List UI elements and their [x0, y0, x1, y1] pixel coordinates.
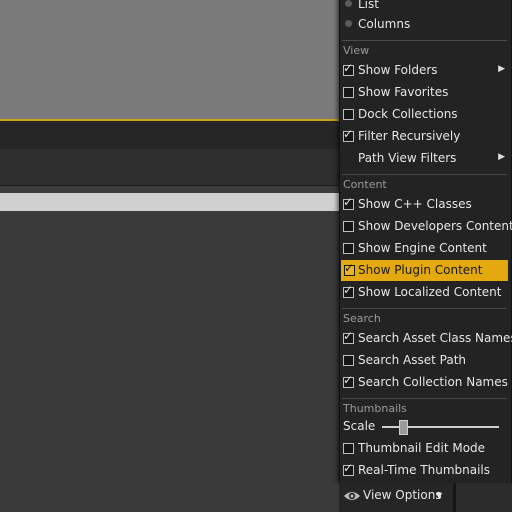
eye-icon	[343, 489, 361, 506]
checkmark-icon: ✓	[343, 329, 354, 343]
menu-separator	[342, 308, 507, 309]
section-header-thumbnails: Thumbnails	[343, 402, 407, 415]
menu-separator	[342, 398, 507, 399]
checkbox-icon[interactable]: ✓	[343, 61, 354, 76]
view-options-button[interactable]: View Options ▼	[339, 483, 453, 512]
checkbox-icon[interactable]: ✓	[344, 261, 355, 276]
checkmark-icon: ✓	[344, 261, 355, 275]
checkbox-icon[interactable]	[343, 109, 354, 120]
checkmark-icon: ✓	[343, 283, 354, 297]
menu-item-dock-collections[interactable]: Dock Collections	[340, 104, 509, 125]
menu-item-scale: Scale	[340, 416, 509, 437]
menu-separator	[342, 40, 507, 41]
menu-item-show-favorites[interactable]: Show Favorites	[340, 82, 509, 103]
menu-item-show-plugin-content[interactable]: ✓ Show Plugin Content	[341, 260, 508, 281]
menu-item-show-cpp-classes[interactable]: ✓ Show C++ Classes	[340, 194, 509, 215]
submenu-arrow-icon: ▶	[498, 64, 505, 74]
checkbox-icon[interactable]	[343, 221, 354, 232]
content-browser-toolbar	[0, 149, 340, 186]
section-header-content: Content	[343, 178, 387, 191]
menu-separator	[342, 174, 507, 175]
checkbox-icon[interactable]	[343, 355, 354, 366]
radio-icon	[345, 0, 352, 7]
view-options-menu: List Columns View ✓ Show Folders ▶ Show …	[339, 0, 512, 483]
menu-item-show-localized-content[interactable]: ✓ Show Localized Content	[340, 282, 509, 303]
checkmark-icon: ✓	[343, 461, 354, 475]
panel-tab-strip	[0, 121, 340, 149]
menu-item-columns[interactable]: Columns	[340, 14, 509, 35]
menu-item-show-engine-content[interactable]: Show Engine Content	[340, 238, 509, 259]
content-browser-footer: View Options ▼	[339, 483, 512, 512]
checkbox-icon[interactable]: ✓	[343, 195, 354, 210]
menu-item-show-developers-content[interactable]: Show Developers Content	[340, 216, 512, 237]
checkbox-icon[interactable]: ✓	[343, 283, 354, 298]
scale-slider-thumb[interactable]	[399, 420, 408, 435]
checkmark-icon: ✓	[343, 195, 354, 209]
checkmark-icon: ✓	[343, 127, 354, 141]
checkmark-icon: ✓	[343, 373, 354, 387]
section-header-search: Search	[343, 312, 381, 325]
checkbox-icon[interactable]	[343, 443, 354, 454]
checkbox-icon[interactable]	[343, 243, 354, 254]
footer-right-panel	[456, 483, 512, 512]
checkbox-icon[interactable]: ✓	[343, 373, 354, 388]
menu-item-search-asset-path[interactable]: Search Asset Path	[340, 350, 509, 371]
menu-item-search-asset-class-names[interactable]: ✓ Search Asset Class Names	[340, 328, 512, 349]
menu-item-thumbnail-edit-mode[interactable]: Thumbnail Edit Mode	[340, 438, 509, 459]
submenu-arrow-icon: ▶	[498, 152, 505, 162]
section-header-view: View	[343, 44, 370, 57]
checkbox-icon[interactable]	[343, 87, 354, 98]
menu-item-list[interactable]: List	[340, 0, 509, 15]
checkbox-icon[interactable]: ✓	[343, 461, 354, 476]
checkmark-icon: ✓	[343, 61, 354, 75]
radio-icon	[345, 20, 352, 27]
asset-view[interactable]	[0, 212, 340, 512]
menu-item-search-collection-names[interactable]: ✓ Search Collection Names	[340, 372, 509, 393]
menu-item-filter-recursively[interactable]: ✓ Filter Recursively	[340, 126, 509, 147]
checkbox-icon[interactable]: ✓	[343, 329, 354, 344]
path-bar[interactable]	[0, 193, 340, 211]
caret-down-icon: ▼	[436, 491, 443, 500]
menu-item-realtime-thumbnails[interactable]: ✓ Real-Time Thumbnails	[340, 460, 509, 481]
menu-item-show-folders[interactable]: ✓ Show Folders ▶	[340, 60, 509, 81]
checkbox-icon[interactable]: ✓	[343, 127, 354, 142]
menu-item-path-view-filters[interactable]: Path View Filters ▶	[340, 148, 509, 169]
level-viewport[interactable]	[0, 0, 340, 119]
